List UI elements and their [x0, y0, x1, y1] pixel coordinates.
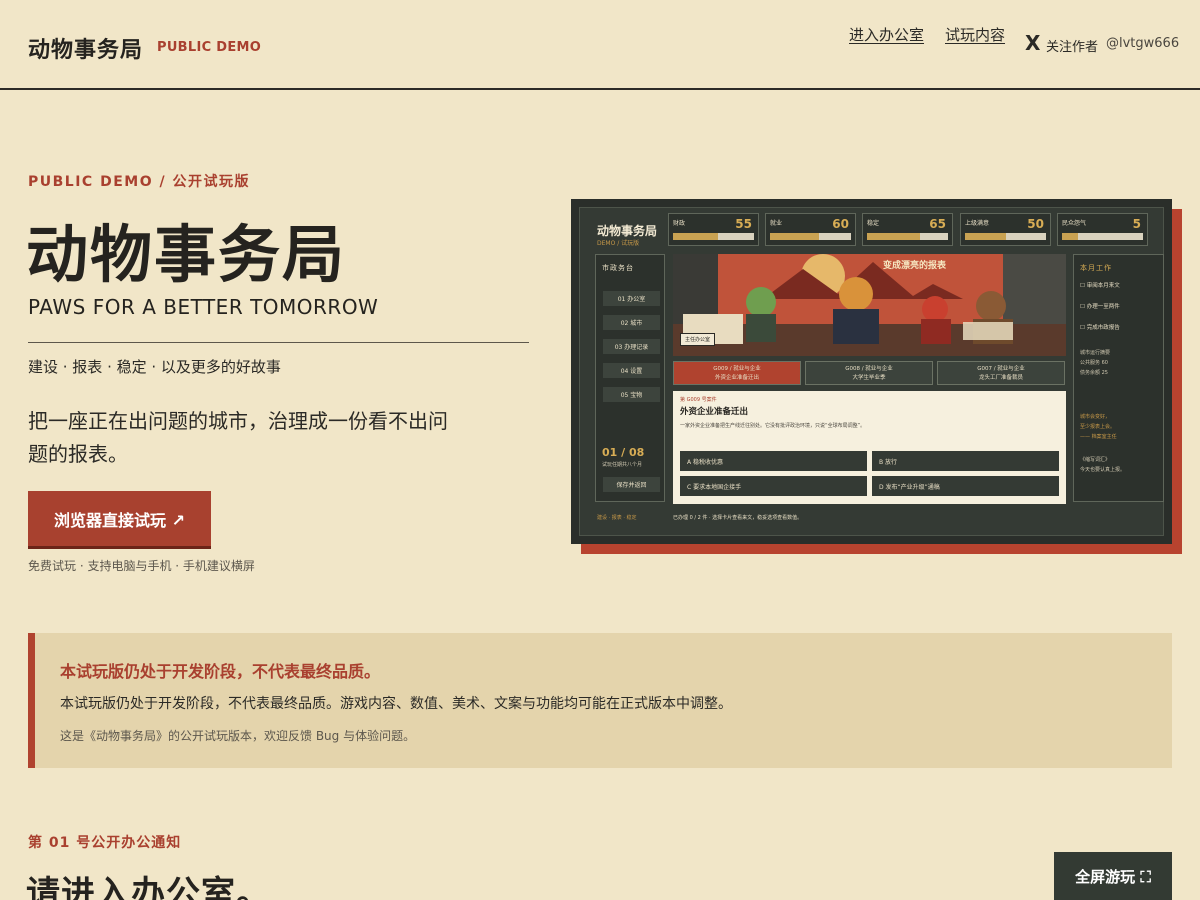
stat-fill — [1062, 233, 1079, 240]
brand-tag: PUBLIC DEMO — [157, 40, 262, 55]
preview-footer-left: 建设 · 报表 · 稳定 — [597, 515, 637, 521]
top-nav-bar: 动物事务局 PUBLIC DEMO 进入办公室 试玩内容 X 关注作者 @lvt… — [0, 0, 1200, 90]
monthly-work-title: 本月工作 — [1080, 264, 1112, 272]
notice-title: 本试玩版仍处于开发阶段，不代表最终品质。 — [60, 662, 381, 681]
preview-sidebar-title: 市政务台 — [602, 264, 634, 272]
stat-bar — [673, 233, 754, 240]
case-option: C 要求本地国企接手 — [680, 476, 867, 496]
preview-menu-item: 05 宝物 — [603, 387, 660, 402]
office-scene-illustration — [673, 254, 1066, 356]
stat-fill — [673, 233, 718, 240]
dev-notice-banner: 本试玩版仍处于开发阶段，不代表最终品质。 本试玩版仍处于开发阶段，不代表最终品质… — [28, 633, 1172, 768]
case-option: A 稳税收优惠 — [680, 451, 867, 471]
preview-menu-item: 02 城市 — [603, 315, 660, 330]
hero-lead: 把一座正在出问题的城市，治理成一份看不出问题的报表。 — [28, 409, 448, 466]
stat-value: 60 — [832, 217, 849, 231]
glossary-note: 《缩写词汇》 今天也要认真上报。 — [1080, 457, 1126, 473]
preview-footer-status: 已办理 0 / 2 件 · 选择卡片查看来文，稳妥选项查看数值。 — [673, 515, 803, 521]
illustration-headline: 变成漂亮的报表 — [883, 261, 947, 271]
stat-fill — [965, 233, 1006, 240]
section-eyebrow: 第 01 号公开办公通知 — [28, 835, 182, 851]
preview-save-button: 保存并返回 — [603, 477, 660, 492]
hero-subtitle: PAWS FOR A BETTER TOMORROW — [28, 295, 379, 319]
author-handle[interactable]: @lvtgw666 — [1106, 36, 1179, 51]
preview-stat: 民众怨气 5 — [1057, 213, 1148, 246]
stat-fill — [867, 233, 920, 240]
notice-body: 本试玩版仍处于开发阶段，不代表最终品质。游戏内容、数值、美术、文案与功能均可能在… — [60, 696, 732, 712]
hero-eyebrow: PUBLIC DEMO / 公开试玩版 — [28, 174, 250, 190]
stat-fill — [770, 233, 819, 240]
case-body: 一家外资企业准备把生产线迁往别处。它没有批评政治环境，只说“全球布局调整”。 — [680, 423, 866, 429]
preview-case-document: 第 G009 号案件 外资企业准备迁出 一家外资企业准备把生产线迁往别处。它没有… — [673, 391, 1066, 504]
preview-stat: 就业 60 — [765, 213, 856, 246]
fullscreen-play-button[interactable]: 全屏游玩 ⛶ — [1054, 852, 1172, 900]
preview-sidebar: 市政务台 01 办公室 02 城市 03 办理记录 04 设置 05 宝物 01… — [595, 254, 665, 502]
case-title: 外资企业准备迁出 — [680, 407, 749, 417]
hero-tagline: 建设 · 报表 · 稳定 · 以及更多的好故事 — [28, 358, 281, 376]
stat-bar — [867, 233, 948, 240]
brand-logo[interactable]: 动物事务局 — [28, 32, 143, 64]
stat-name: 就业 — [770, 220, 783, 227]
stat-value: 50 — [1027, 217, 1044, 231]
hero-title: 动物事务局 — [26, 218, 347, 291]
preview-case-tab: G007 / 就业与企业 龙头工厂准备裁员 — [937, 361, 1065, 385]
stat-bar — [1062, 233, 1143, 240]
game-preview-screenshot: 动物事务局 DEMO / 试玩版 财政 55 就业 60 稳定 65 上级满意 … — [571, 199, 1172, 544]
case-option: B 放行 — [872, 451, 1059, 471]
play-in-browser-button[interactable]: 浏览器直接试玩 ↗ — [28, 491, 211, 546]
case-tab-id: G009 / 就业与企业 — [713, 366, 761, 372]
case-tab-title: 外资企业准备迁出 — [714, 375, 759, 381]
preview-case-tab: G008 / 就业与企业 大学生毕业季 — [805, 361, 933, 385]
case-tab-title: 龙头工厂准备裁员 — [978, 375, 1023, 381]
preview-stat: 财政 55 — [668, 213, 759, 246]
notice-note: 这是《动物事务局》的公开试玩版本，欢迎反馈 Bug 与体验问题。 — [60, 729, 416, 743]
monthly-task: ☐ 完成市政报告 — [1080, 325, 1120, 331]
stat-value: 55 — [735, 217, 752, 231]
case-tab-title: 大学生毕业季 — [852, 375, 886, 381]
preview-date-sub: 试玩任期共八个月 — [602, 462, 643, 468]
preview-right-panel: 本月工作 ☐ 审阅本月来文 ☐ 办理一至两件 ☐ 完成市政报告 城市运行摘要 公… — [1073, 254, 1164, 502]
stat-value: 5 — [1132, 217, 1141, 231]
stat-value: 65 — [929, 217, 946, 231]
preview-menu-item: 04 设置 — [603, 363, 660, 378]
city-summary: 城市运行摘要 公共服务 60 债务余额 25 — [1080, 350, 1111, 376]
case-tab-id: G008 / 就业与企业 — [845, 366, 893, 372]
follow-author-label[interactable]: 关注作者 — [1046, 36, 1098, 55]
section-title: 请进入办公室。 — [26, 874, 271, 900]
case-tab-id: G007 / 就业与企业 — [977, 366, 1025, 372]
preview-logo-sub: DEMO / 试玩版 — [597, 240, 640, 247]
preview-stat: 稳定 65 — [862, 213, 953, 246]
stat-name: 稳定 — [867, 220, 880, 227]
preview-case-tab: G009 / 就业与企业 外资企业准备迁出 — [673, 361, 801, 385]
preview-date: 01 / 08 — [602, 446, 645, 459]
nav-link-demo-content[interactable]: 试玩内容 — [945, 24, 1005, 45]
preview-stat: 上级满意 50 — [960, 213, 1051, 246]
preview-logo: 动物事务局 — [597, 224, 658, 238]
case-option: D 发布“产业升级”通稿 — [872, 476, 1059, 496]
archive-quote: 城市会变好， 至少报表上会。 —— 档案室主任 — [1080, 414, 1117, 440]
case-kicker: 第 G009 号案件 — [680, 397, 717, 403]
cta-note: 免费试玩 · 支持电脑与手机 · 手机建议横屏 — [28, 559, 255, 573]
x-logo-icon[interactable]: X — [1025, 33, 1040, 53]
monthly-task: ☐ 审阅本月来文 — [1080, 283, 1120, 289]
monthly-task: ☐ 办理一至两件 — [1080, 304, 1120, 310]
preview-menu-item: 01 办公室 — [603, 291, 660, 306]
nav-link-enter-office[interactable]: 进入办公室 — [849, 24, 924, 45]
stat-name: 上级满意 — [965, 220, 990, 227]
preview-illustration: 变成漂亮的报表 主任办公室 — [673, 254, 1066, 356]
stat-name: 民众怨气 — [1062, 220, 1087, 227]
hero-divider — [28, 342, 529, 343]
preview-frame: 动物事务局 DEMO / 试玩版 财政 55 就业 60 稳定 65 上级满意 … — [579, 207, 1164, 536]
illustration-label: 主任办公室 — [680, 333, 716, 346]
stat-bar — [965, 233, 1046, 240]
preview-menu-item: 03 办理记录 — [603, 339, 660, 354]
stat-bar — [770, 233, 851, 240]
stat-name: 财政 — [673, 220, 686, 227]
